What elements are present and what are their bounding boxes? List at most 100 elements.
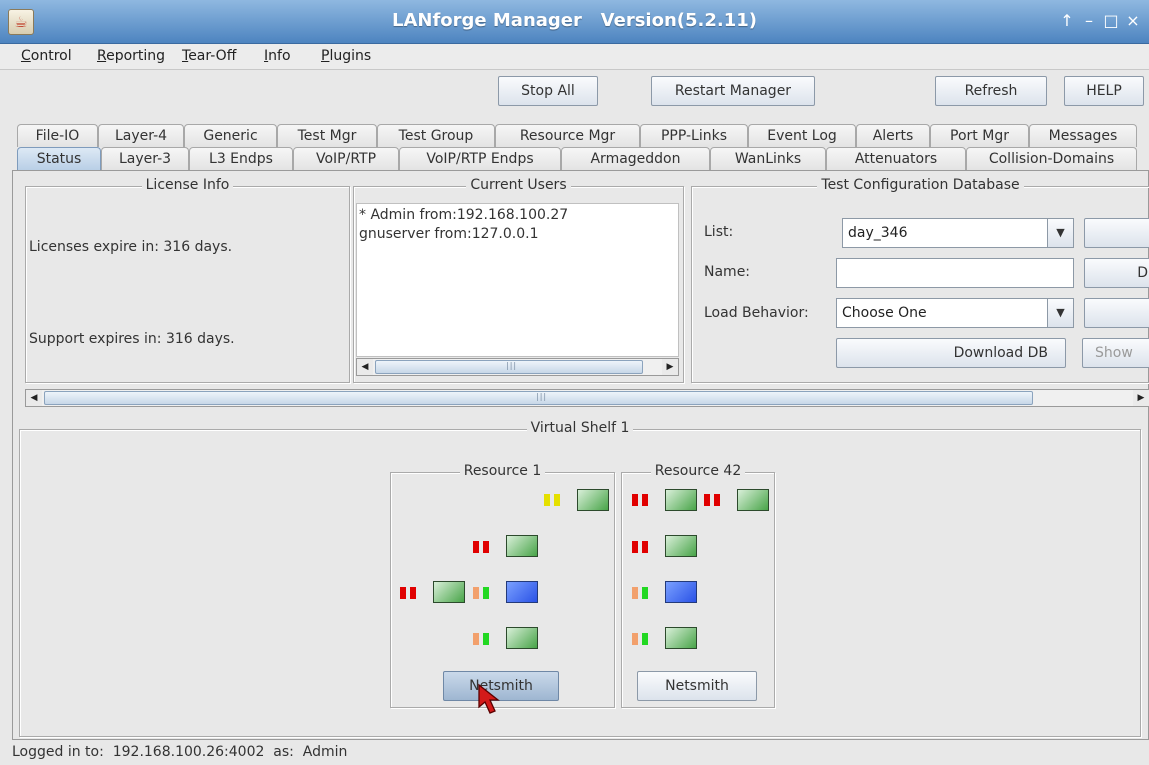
tab-status[interactable]: Status [17,147,101,170]
port-status-led [554,494,560,506]
chevron-down-icon[interactable]: ▼ [1047,219,1073,247]
support-expires-text: Support expires in: 316 days. [29,331,235,347]
name-input[interactable] [836,258,1074,288]
toolbar: Stop All Restart Manager Refresh HELP [0,70,1149,112]
window-title: LANforge Manager Version(5.2.11) [391,10,757,31]
minimize-icon[interactable]: – [1080,10,1098,32]
port-status-led [714,494,720,506]
current-users-panel: Current Users * Admin from:192.168.100.2… [353,177,684,383]
port-status-led [400,587,406,599]
scroll-left-icon[interactable]: ◀ [26,390,42,406]
list-item[interactable]: gnuserver from:127.0.0.1 [359,225,676,244]
tab-layer-3[interactable]: Layer-3 [101,147,189,170]
port-icon[interactable] [506,581,538,603]
test-config-db-panel: Test Configuration Database List: day_34… [691,177,1149,383]
port-icon[interactable] [665,489,697,511]
current-users-list[interactable]: * Admin from:192.168.100.27 gnuserver fr… [356,203,679,357]
tab-attenuators[interactable]: Attenuators [826,147,966,170]
maximize-icon[interactable]: □ [1102,10,1120,32]
port-icon[interactable] [665,581,697,603]
port-status-led [704,494,710,506]
port-icon[interactable] [665,535,697,557]
download-db-button[interactable]: Download DB [836,338,1066,368]
tab-wanlinks[interactable]: WanLinks [710,147,826,170]
login-status-text: Logged in to: 192.168.100.26:4002 as: Ad… [12,744,348,760]
license-info-title: License Info [141,177,234,193]
help-button[interactable]: HELP [1064,76,1144,106]
title-bar[interactable]: ☕ LANforge Manager Version(5.2.11) ↑ – □… [0,0,1149,44]
menu-plugins[interactable]: Plugins [321,48,371,64]
port-status-led [642,541,648,553]
tab-armageddon[interactable]: Armageddon [561,147,710,170]
tab-event-log[interactable]: Event Log [748,124,856,147]
port-status-led [632,587,638,599]
users-horizontal-scrollbar[interactable]: ◀ ||| ▶ [356,358,679,376]
menu-bar: Control Reporting Tear-Off Info Plugins [0,44,1149,70]
port-icon[interactable] [737,489,769,511]
tab-generic[interactable]: Generic [184,124,277,147]
port-icon[interactable] [433,581,465,603]
tab-voip-rtp-endps[interactable]: VoIP/RTP Endps [399,147,561,170]
restart-manager-button[interactable]: Restart Manager [651,76,815,106]
list-item[interactable]: * Admin from:192.168.100.27 [359,206,676,225]
tab-layer-4[interactable]: Layer-4 [98,124,184,147]
clipped-action-button-3[interactable] [1084,298,1149,328]
port-status-led [642,633,648,645]
refresh-button[interactable]: Refresh [935,76,1047,106]
list-dropdown[interactable]: day_346 ▼ [842,218,1074,248]
tab-ppp-links[interactable]: PPP-Links [640,124,748,147]
tab-voip-rtp[interactable]: VoIP/RTP [293,147,399,170]
tab-resource-mgr[interactable]: Resource Mgr [495,124,640,147]
load-behavior-dropdown[interactable]: Choose One ▼ [836,298,1074,328]
tab-alerts[interactable]: Alerts [856,124,930,147]
menu-info[interactable]: Info [264,48,291,64]
netsmith-button[interactable]: Netsmith [637,671,757,701]
port-status-led [642,587,648,599]
resource-1-panel[interactable]: Resource 1 Netsmith [390,463,615,714]
stop-all-button[interactable]: Stop All [498,76,598,106]
test-config-db-title: Test Configuration Database [817,177,1024,193]
resource-42-panel[interactable]: Resource 42 Netsmith [621,463,775,708]
port-status-led [473,633,479,645]
port-icon[interactable] [506,627,538,649]
current-users-title: Current Users [466,177,571,193]
scroll-right-icon[interactable]: ▶ [662,359,678,375]
scroll-right-icon[interactable]: ▶ [1133,390,1149,406]
menu-reporting[interactable]: Reporting [97,48,165,64]
list-label: List: [704,224,734,240]
menu-control[interactable]: Control [21,48,72,64]
port-icon[interactable] [665,627,697,649]
tab-messages[interactable]: Messages [1029,124,1137,147]
menu-tear-off[interactable]: Tear-Off [182,48,236,64]
show-button[interactable]: Show [1082,338,1149,368]
chevron-down-icon[interactable]: ▼ [1047,299,1073,327]
grip-icon: ||| [536,392,548,401]
scroll-left-icon[interactable]: ◀ [357,359,373,375]
port-status-led [483,633,489,645]
mouse-cursor-icon [478,683,500,714]
port-status-led [632,541,638,553]
tab-test-mgr[interactable]: Test Mgr [277,124,377,147]
port-status-led [483,587,489,599]
resource-title: Resource 1 [459,463,546,479]
tab-file-io[interactable]: File-IO [17,124,98,147]
clipped-action-button-2[interactable]: D [1084,258,1149,288]
status-bar: Logged in to: 192.168.100.26:4002 as: Ad… [0,740,1149,765]
virtual-shelf-panel: Virtual Shelf 1 Resource 1 Netsmith Reso… [19,420,1141,737]
port-icon[interactable] [506,535,538,557]
clipped-action-button-1[interactable] [1084,218,1149,248]
port-status-led [473,587,479,599]
port-status-led [483,541,489,553]
tab-l3-endps[interactable]: L3 Endps [189,147,293,170]
tab-port-mgr[interactable]: Port Mgr [930,124,1029,147]
close-icon[interactable]: × [1124,10,1142,32]
tab-test-group[interactable]: Test Group [377,124,495,147]
tab-collision-domains[interactable]: Collision-Domains [966,147,1137,170]
top-panels-horizontal-scrollbar[interactable]: ◀ ||| ▶ [25,389,1149,407]
status-tab-panel: License Info Licenses expire in: 316 day… [12,170,1149,740]
port-icon[interactable] [577,489,609,511]
port-status-led [632,633,638,645]
pin-icon[interactable]: ↑ [1058,10,1076,32]
resource-title: Resource 42 [650,463,746,479]
port-status-led [544,494,550,506]
